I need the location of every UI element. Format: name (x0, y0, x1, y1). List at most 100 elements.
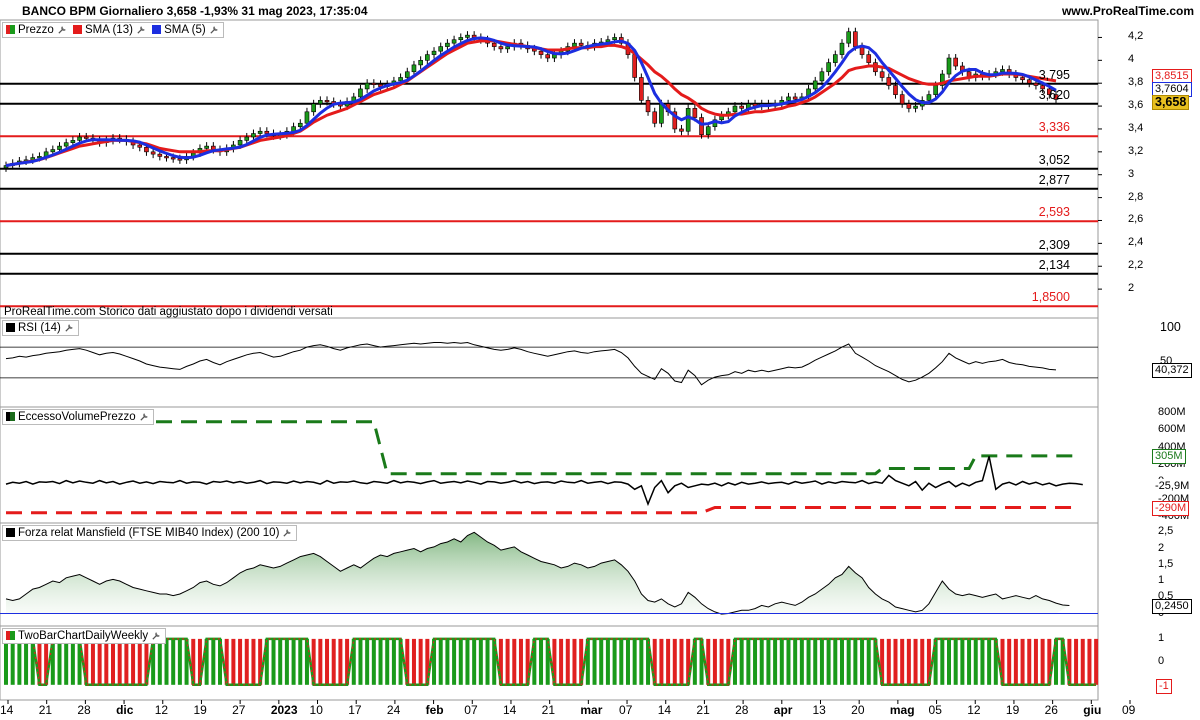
candle-body (371, 82, 377, 85)
candle-body (438, 46, 444, 52)
price-ytick-label: 3 (1128, 167, 1135, 180)
candle-body (204, 145, 209, 149)
price-ytick-label: 4,2 (1128, 30, 1144, 43)
site-link[interactable]: www.ProRealTime.com (1062, 4, 1194, 18)
candle-body (404, 71, 410, 78)
twobar-bar (505, 638, 510, 685)
price-panel-legend[interactable]: Prezzo SMA (13) SMA (5) (2, 22, 224, 38)
wrench-icon[interactable] (209, 24, 220, 35)
twobar-panel-legend[interactable]: TwoBarChartDailyWeekly (2, 628, 167, 644)
twobar-bar (612, 638, 617, 685)
candle-body (318, 100, 323, 105)
x-tick-label: 14 (502, 703, 517, 717)
twobar-bar (57, 638, 62, 685)
mansfield-value-tag: 0,2450 (1152, 598, 1192, 614)
candle-body (732, 105, 738, 113)
rsi-ytick-label: 100 (1160, 320, 1181, 334)
x-tick-label: 28 (735, 703, 749, 717)
evp-ytick-label: 800M (1158, 406, 1186, 418)
twobar-bar (940, 638, 945, 685)
candle-body (692, 108, 698, 118)
twobar-label: TwoBarChartDailyWeekly (18, 630, 149, 642)
candle-body (933, 85, 938, 95)
level-label: 2,877 (1038, 172, 1070, 187)
candle-body (144, 146, 149, 153)
twobar-bar (806, 638, 811, 685)
candle-body (137, 144, 143, 148)
twobar-bar (485, 638, 490, 685)
mansfield-panel-legend[interactable]: Forza relat Mansfield (FTSE MIB40 Index)… (2, 525, 298, 541)
twobar-bar (666, 638, 671, 685)
candle-body (150, 151, 156, 155)
rsi-panel-legend[interactable]: RSI (14) (2, 320, 79, 336)
sma13-color-swatch (73, 25, 82, 34)
twobar-bar (70, 638, 75, 685)
twobar-bar (826, 638, 831, 685)
candle-body (451, 39, 457, 44)
twobar-bar (712, 638, 717, 685)
twobar-bar (679, 638, 684, 685)
wrench-icon[interactable] (57, 24, 68, 35)
candle-body (545, 54, 551, 59)
price-color-swatch (6, 25, 15, 34)
twobar-bar (960, 638, 965, 685)
twobar-bar (906, 638, 911, 685)
twobar-bar (813, 638, 818, 685)
x-tick-label: 27 (232, 703, 246, 717)
x-tick-label: 14 (0, 703, 14, 717)
wrench-icon[interactable] (282, 527, 293, 538)
x-tick-label: mar (580, 703, 603, 717)
twobar-bar (632, 638, 637, 685)
candle-body (786, 96, 791, 101)
candle-body (792, 96, 798, 100)
candle-body (170, 157, 176, 160)
x-tick-label: 19 (193, 703, 207, 717)
x-tick-label: 12 (154, 703, 169, 717)
twobar-bar (291, 638, 296, 685)
rsi-color-swatch (6, 323, 15, 332)
twobar-bar (1080, 638, 1085, 685)
twobar-bar (846, 638, 851, 685)
twobar-bar (365, 638, 370, 685)
candle-body (839, 42, 845, 55)
x-tick-label: 20 (851, 703, 865, 717)
wrench-icon[interactable] (64, 322, 75, 333)
twobar-bar (325, 638, 330, 685)
price-ytick-label: 4 (1128, 53, 1135, 66)
candle-body (445, 42, 450, 47)
twobar-bar (539, 638, 544, 685)
candle-body (578, 42, 584, 46)
candle-body (324, 100, 330, 103)
x-tick-label: 13 (812, 703, 826, 717)
candle-body (157, 153, 163, 157)
x-tick-label: 21 (38, 703, 53, 717)
twobar-bar (338, 638, 343, 685)
panel-frame-1 (0, 317, 1099, 408)
candle-body (364, 82, 370, 90)
twobar-bar (639, 638, 644, 685)
level-label: 3,052 (1038, 152, 1070, 167)
twobar-bar (452, 638, 457, 685)
twobar-bar (599, 638, 604, 685)
wrench-icon[interactable] (139, 411, 150, 422)
twobar-bar (559, 638, 564, 685)
twobar-bar (391, 638, 396, 685)
price-ytick-label: 3,4 (1128, 121, 1144, 134)
wrench-icon[interactable] (151, 630, 162, 641)
evp-panel-legend[interactable]: EccessoVolumePrezzo (2, 409, 154, 425)
candle-body (826, 62, 831, 73)
mansfield-ytick-label: 1,5 (1158, 557, 1174, 570)
mansfield-ytick-label: 2 (1158, 541, 1165, 554)
twobar-bar (793, 638, 798, 685)
twobar-bar (24, 638, 29, 685)
twobar-bar (860, 638, 865, 685)
evp-upper-tag: 305M (1152, 448, 1186, 464)
candle-body (645, 100, 651, 113)
candle-body (552, 54, 557, 59)
candle-body (70, 140, 76, 143)
wrench-icon[interactable] (136, 24, 147, 35)
twobar-bar (833, 638, 838, 685)
twobar-bar (371, 638, 376, 685)
price-label: Prezzo (18, 24, 54, 36)
mansfield-ytick-label: 2,5 (1158, 525, 1174, 538)
